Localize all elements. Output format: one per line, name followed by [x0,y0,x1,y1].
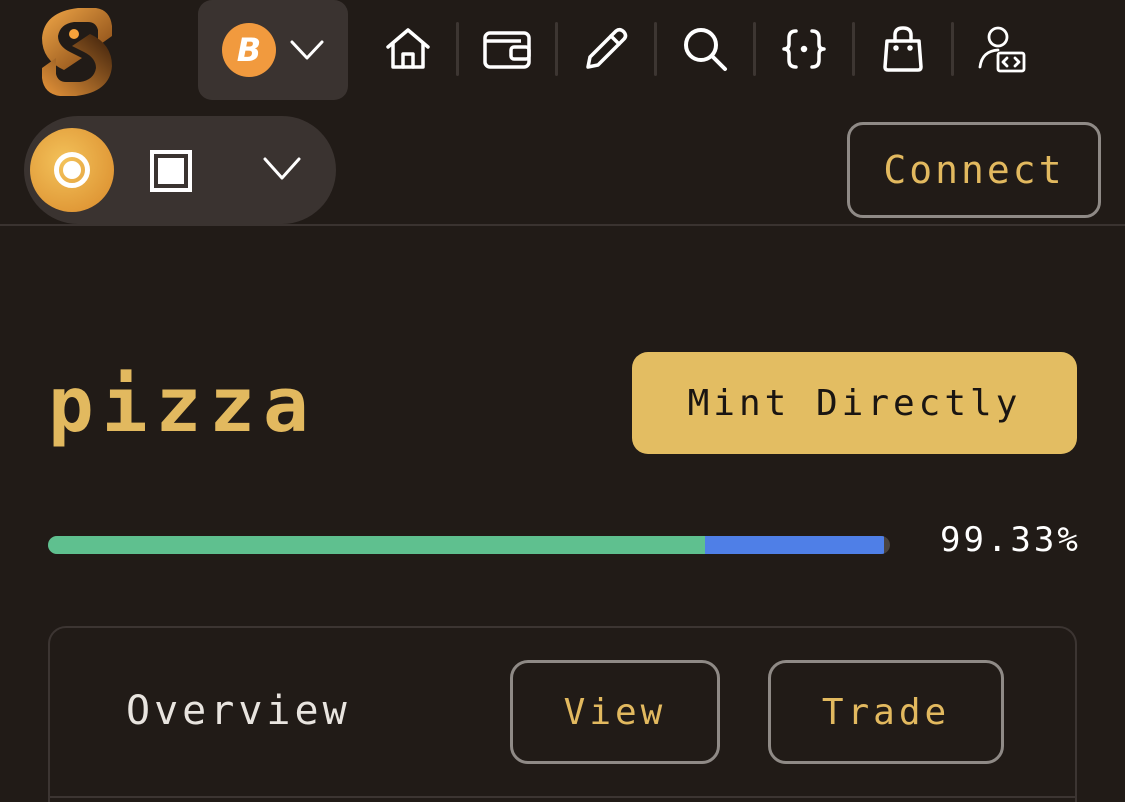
search-icon[interactable] [677,21,733,77]
progress-percent: 99.33% [940,520,1081,560]
nav-separator [951,22,954,76]
developer-icon[interactable] [974,21,1030,77]
home-icon[interactable] [380,21,436,77]
nav-separator [456,22,459,76]
page: B Connect pizza Mint Directly 99.33% Ove… [0,0,1125,802]
connect-button[interactable]: Connect [847,122,1101,218]
nav-separator [753,22,756,76]
wallet-type-selector[interactable] [24,116,336,224]
header-divider [0,224,1125,226]
pencil-icon[interactable] [578,21,634,77]
token-tabs-card: Overview View Trade [48,626,1077,802]
square-icon[interactable] [150,150,192,192]
chevron-down-icon[interactable] [262,156,302,182]
bitcoin-icon: B [222,23,276,77]
nav-separator [654,22,657,76]
progress-green-segment [48,536,705,554]
nav-icon-bar [380,18,1030,80]
nav-separator [555,22,558,76]
wallet-icon[interactable] [479,21,535,77]
logo[interactable] [34,0,120,104]
chevron-down-icon [290,40,324,60]
chain-selector[interactable]: B [198,0,348,100]
tab-trade[interactable]: Trade [768,660,1004,764]
tab-overview[interactable]: Overview [126,688,351,734]
token-title: pizza [48,360,317,449]
tab-view[interactable]: View [510,660,720,764]
mint-progress-bar [48,536,890,554]
ordinals-icon[interactable] [30,128,114,212]
code-braces-icon[interactable] [776,21,832,77]
shopping-bag-icon[interactable] [875,21,931,77]
nav-separator [852,22,855,76]
card-divider [50,796,1075,798]
progress-blue-segment [704,536,885,554]
mint-directly-button[interactable]: Mint Directly [632,352,1077,454]
